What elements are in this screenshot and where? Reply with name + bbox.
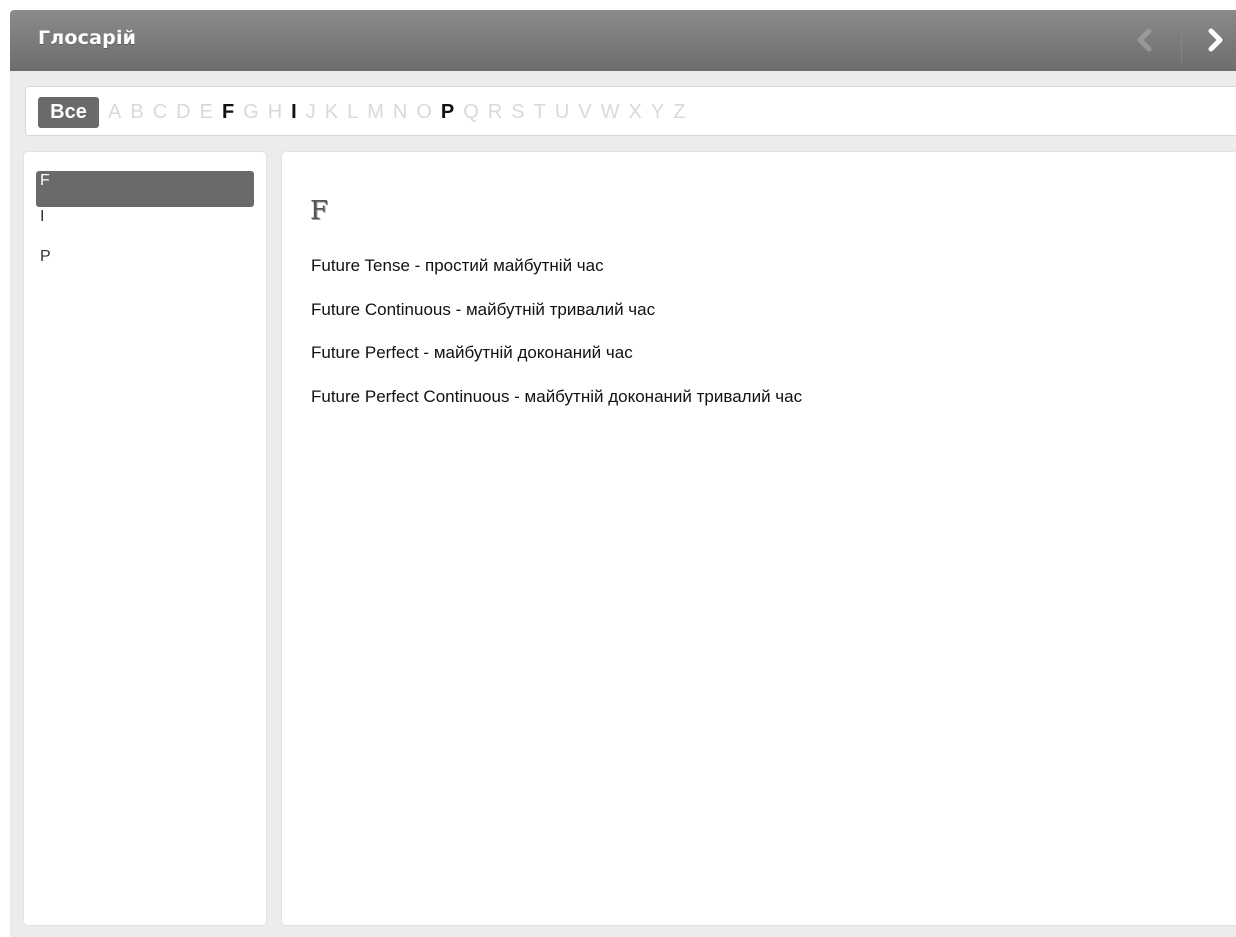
glossary-content-panel: F Future Tense - простий майбутній час F… xyxy=(282,152,1236,925)
index-item-f[interactable]: F xyxy=(36,171,254,207)
nav-divider xyxy=(1181,18,1182,63)
glossary-window: Глосарій Все ABCDEFGHIJKLMNOPQRSTUVWXYZ … xyxy=(10,10,1236,937)
letter-r: R xyxy=(487,101,503,123)
glossary-entry[interactable]: Future Tense - простий майбутній час xyxy=(311,256,604,276)
letter-a: A xyxy=(108,101,122,123)
page-title: Глосарій xyxy=(38,27,137,49)
letter-o: O xyxy=(416,101,432,123)
glossary-entry[interactable]: Future Continuous - майбутній тривалий ч… xyxy=(311,300,655,320)
letter-list: ABCDEFGHIJKLMNOPQRSTUVWXYZ xyxy=(108,97,694,128)
letter-j: J xyxy=(305,101,316,123)
chevron-right-icon xyxy=(1208,28,1223,52)
letter-n: N xyxy=(392,101,408,123)
index-item-p[interactable]: P xyxy=(36,247,254,283)
section-letter-heading: F xyxy=(310,196,329,226)
chevron-left-icon xyxy=(1137,28,1152,52)
next-button[interactable] xyxy=(1200,25,1230,55)
letter-index-panel: F I P xyxy=(24,152,266,925)
letter-l: L xyxy=(347,101,359,123)
glossary-entry[interactable]: Future Perfect - майбутній доконаний час xyxy=(311,343,633,363)
letter-x: X xyxy=(628,101,642,123)
previous-button[interactable] xyxy=(1130,25,1160,55)
letter-g: G xyxy=(243,101,259,123)
letter-t: T xyxy=(533,101,546,123)
letter-m: M xyxy=(367,101,384,123)
letter-e: E xyxy=(199,101,213,123)
letter-b: B xyxy=(130,101,144,123)
glossary-entry[interactable]: Future Perfect Continuous - майбутній до… xyxy=(311,387,802,407)
letter-s: S xyxy=(511,101,525,123)
alphabet-filter-bar: Все ABCDEFGHIJKLMNOPQRSTUVWXYZ xyxy=(25,86,1236,136)
letter-d: D xyxy=(176,101,191,123)
letter-q: Q xyxy=(463,101,479,123)
letter-w: W xyxy=(600,101,620,123)
letter-k: K xyxy=(324,101,339,123)
all-letters-button[interactable]: Все xyxy=(38,97,99,128)
index-item-i[interactable]: I xyxy=(36,207,254,243)
letter-v: V xyxy=(578,101,592,123)
letter-y: Y xyxy=(650,101,665,123)
letter-u: U xyxy=(554,101,570,123)
letter-h: H xyxy=(267,101,283,123)
letter-p[interactable]: P xyxy=(441,97,454,128)
letter-z: Z xyxy=(673,101,686,123)
letter-c: C xyxy=(152,101,168,123)
letter-f[interactable]: F xyxy=(222,97,234,128)
letter-i[interactable]: I xyxy=(291,97,297,128)
glossary-header: Глосарій xyxy=(10,10,1236,71)
